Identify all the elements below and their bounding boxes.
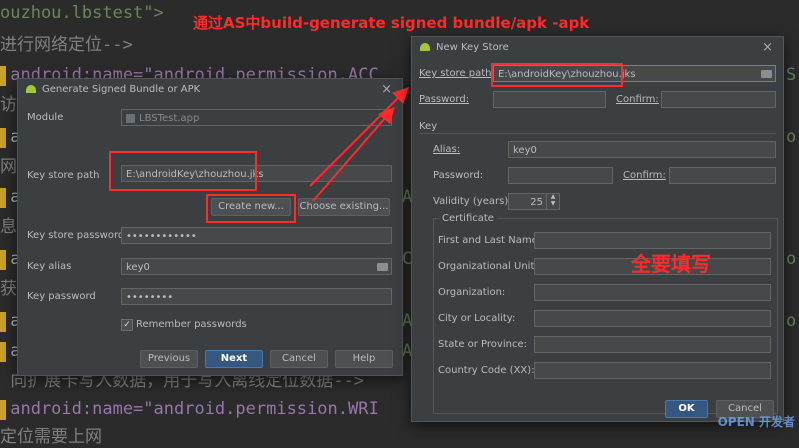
key-alias-value: key0 xyxy=(126,262,150,273)
validity-spinner-icon[interactable]: ▲ ▼ xyxy=(546,193,559,209)
key-store-path-label: Key store path xyxy=(27,170,100,181)
android-icon xyxy=(420,43,430,51)
module-label: Module xyxy=(27,112,64,123)
password-input[interactable] xyxy=(493,91,606,108)
code-line-15: 定位需要上网 xyxy=(0,426,102,448)
close-icon[interactable]: × xyxy=(381,82,392,97)
code-edge-char: S xyxy=(786,64,796,86)
key-password-label: Key password xyxy=(27,291,96,302)
ok-button[interactable]: OK xyxy=(665,400,708,418)
key-password-input[interactable] xyxy=(508,167,613,184)
key-store-password-label: Key store password xyxy=(27,230,125,241)
android-icon xyxy=(26,85,36,93)
annotation-fill-all: 全要填写 xyxy=(631,252,711,276)
key-alias-input[interactable]: key0 xyxy=(121,258,392,275)
new-key-store-dialog: New Key Store × Key store path: E:\andro… xyxy=(411,36,784,422)
confirm-label: Confirm: xyxy=(616,94,659,105)
country-label: Country Code (XX): xyxy=(438,365,535,376)
alias-value: key0 xyxy=(513,145,537,156)
key-store-password-value: •••••••••••• xyxy=(126,231,197,242)
annotation-instruction: 通过AS中build-generate signed bundle/apk -a… xyxy=(193,14,590,32)
key-store-password-input[interactable]: •••••••••••• xyxy=(121,227,392,244)
remember-passwords-label: Remember passwords xyxy=(136,319,247,330)
city-label: City or Locality: xyxy=(438,313,516,324)
edge-char: o xyxy=(786,249,797,269)
folder-icon[interactable] xyxy=(761,70,772,78)
code-line-2: 进行网络定位--> xyxy=(0,34,133,56)
key-password-input[interactable]: •••••••• xyxy=(121,288,392,305)
first-last-input[interactable] xyxy=(534,232,771,249)
help-button[interactable]: Help xyxy=(335,350,393,368)
code-text: ouzhou.lbstest"> xyxy=(0,3,164,23)
alias-label: Alias: xyxy=(433,144,461,155)
edge-char: S xyxy=(786,65,797,85)
remember-passwords-checkbox[interactable]: ✓ xyxy=(121,319,133,331)
highlight-box-path xyxy=(491,63,623,87)
key-confirm-input[interactable] xyxy=(669,167,776,184)
previous-button[interactable]: Previous xyxy=(140,350,198,368)
dialog-title: New Key Store xyxy=(436,41,509,53)
cancel-button[interactable]: Cancel xyxy=(270,350,328,368)
generate-signed-dialog: Generate Signed Bundle or APK × Module L… xyxy=(17,78,403,376)
state-label: State or Province: xyxy=(438,339,527,350)
code-line-14: android:name="android.permission.WRI xyxy=(0,398,379,420)
org-unit-label: Organizational Unit: xyxy=(438,261,538,272)
key-alias-label: Key alias xyxy=(27,261,72,272)
edge-char: o xyxy=(786,127,797,147)
module-select[interactable]: LBSTest.app xyxy=(121,109,392,126)
code-comment: 网 xyxy=(0,157,17,177)
next-button[interactable]: Next xyxy=(205,350,263,368)
code-line-6: 网 xyxy=(0,156,17,178)
key-password-value: •••••••• xyxy=(126,292,174,303)
code-line-1: ouzhou.lbstest"> xyxy=(0,2,164,24)
first-last-label: First and Last Name: xyxy=(438,235,542,246)
choose-existing-button[interactable]: Choose existing... xyxy=(298,198,390,216)
key-store-path-label: Key store path: xyxy=(419,68,495,79)
certificate-section-label: Certificate xyxy=(439,213,497,224)
code-comment: 进行网络定位--> xyxy=(0,35,133,55)
key-section-label: Key xyxy=(419,121,438,132)
code-text: android:name="android.permission.WRI xyxy=(0,399,379,419)
watermark: OPEN 开发者 xyxy=(717,415,795,429)
module-value: LBSTest.app xyxy=(139,113,200,124)
dialog-title-bar: Generate Signed Bundle or APK × xyxy=(18,79,402,99)
close-icon[interactable]: × xyxy=(762,40,773,55)
key-password-label: Password: xyxy=(433,170,484,181)
city-input[interactable] xyxy=(534,310,771,327)
org-label: Organization: xyxy=(438,287,506,298)
dialog-title-bar: New Key Store × xyxy=(412,37,783,57)
validity-label: Validity (years): xyxy=(433,196,512,207)
dialog-title: Generate Signed Bundle or APK xyxy=(42,83,201,95)
highlight-box-create xyxy=(206,194,296,223)
key-divider xyxy=(419,133,776,134)
validity-value: 25 xyxy=(530,197,543,208)
org-input[interactable] xyxy=(534,284,771,301)
highlight-box-path xyxy=(109,151,257,191)
state-input[interactable] xyxy=(534,336,771,353)
country-input[interactable] xyxy=(534,362,771,379)
folder-icon[interactable] xyxy=(377,263,388,271)
alias-input[interactable]: key0 xyxy=(508,141,776,158)
code-comment: 定位需要上网 xyxy=(0,427,102,447)
code-edge-char: o xyxy=(786,248,796,270)
key-confirm-label: Confirm: xyxy=(623,170,666,181)
code-edge-char: o xyxy=(786,126,796,148)
edge-char: o xyxy=(786,311,797,331)
confirm-input[interactable] xyxy=(661,91,776,108)
password-label: Password: xyxy=(419,94,470,105)
module-icon xyxy=(126,113,135,123)
code-edge-char: o xyxy=(786,310,796,332)
